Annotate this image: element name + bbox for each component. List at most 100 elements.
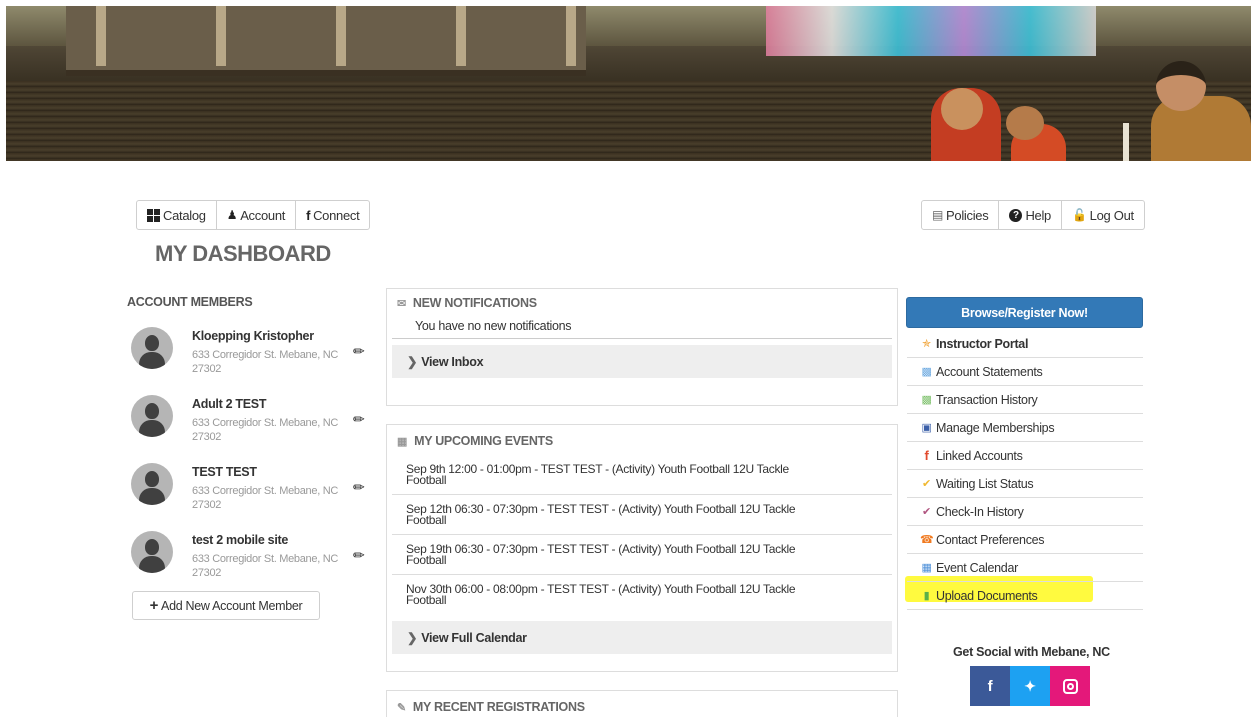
member-item: Adult 2 TEST 633 Corregidor St. Mebane, … [131, 395, 381, 455]
facebook-icon: f [306, 207, 311, 223]
sidebar-item-label: Instructor Portal [936, 336, 1029, 351]
connect-button[interactable]: f Connect [296, 201, 369, 229]
sidebar-item-label: Transaction History [936, 392, 1038, 407]
notifications-title: NEW NOTIFICATIONS [412, 296, 537, 310]
member-name: Kloepping Kristopher [192, 329, 314, 343]
event-item[interactable]: Sep 19th 06:30 - 07:30pm - TEST TEST - (… [392, 535, 892, 575]
sidebar-item-label: Contact Preferences [936, 532, 1045, 547]
catalog-button[interactable]: Catalog [137, 201, 217, 229]
upcoming-events-panel: ▦ MY UPCOMING EVENTS Sep 9th 12:00 - 01:… [386, 424, 898, 672]
sidebar-item-instructor-portal[interactable]: ✯ Instructor Portal [907, 330, 1143, 358]
sidebar-item-waiting-list-status[interactable]: ✔ Waiting List Status [907, 470, 1143, 498]
event-item[interactable]: Nov 30th 06:00 - 08:00pm - TEST TEST - (… [392, 575, 892, 615]
logout-button[interactable]: 🔓 Log Out [1062, 201, 1144, 229]
sidebar-item-account-statements[interactable]: ▩ Account Statements [907, 358, 1143, 386]
sidebar-item-label: Upload Documents [936, 588, 1038, 603]
social-title: Get Social with Mebane, NC [953, 645, 1110, 659]
policies-button[interactable]: ▤ Policies [922, 201, 1000, 229]
facebook-icon: f [987, 677, 993, 695]
pencil-icon: ✎ [397, 701, 406, 714]
instagram-link[interactable] [1050, 666, 1090, 706]
sidebar-item-manage-memberships[interactable]: ▣ Manage Memberships [907, 414, 1143, 442]
checkmark-icon: ✔ [922, 478, 931, 490]
help-button[interactable]: ? Help [999, 201, 1062, 229]
event-text-cont: Football [406, 472, 447, 487]
membership-card-icon: ▣ [921, 422, 932, 434]
events-title: MY UPCOMING EVENTS [414, 434, 553, 448]
calendar-icon: ▦ [921, 562, 932, 574]
sidebar-item-linked-accounts[interactable]: f Linked Accounts [907, 442, 1143, 470]
sidebar-item-contact-preferences[interactable]: ☎ Contact Preferences [907, 526, 1143, 554]
page-title: MY DASHBOARD [155, 241, 331, 266]
member-item: test 2 mobile site 633 Corregidor St. Me… [131, 531, 381, 591]
event-text-cont: Football [406, 512, 447, 527]
edit-pencil-icon[interactable]: ✏ [353, 479, 365, 496]
sidebar-item-label: Event Calendar [936, 560, 1018, 575]
view-full-calendar-link[interactable]: ❯ View Full Calendar [392, 621, 892, 654]
sidebar-item-upload-documents[interactable]: ▮ Upload Documents [907, 582, 1143, 610]
help-label: Help [1025, 207, 1051, 223]
view-calendar-label: View Full Calendar [421, 630, 527, 645]
sidebar-item-label: Waiting List Status [936, 476, 1034, 491]
checkmark-icon: ✔ [922, 506, 931, 518]
avatar [131, 531, 173, 573]
envelope-icon: ✉ [397, 297, 406, 310]
sidebar-item-check-in-history[interactable]: ✔ Check-In History [907, 498, 1143, 526]
grid-icon [147, 208, 160, 222]
phone-icon: ☎ [920, 534, 934, 546]
sidebar-item-label: Manage Memberships [936, 420, 1055, 435]
account-members-title: ACCOUNT MEMBERS [127, 295, 253, 309]
registrations-title: MY RECENT REGISTRATIONS [412, 700, 585, 714]
chevron-right-icon: ❯ [407, 631, 418, 645]
account-label: Account [240, 207, 286, 223]
event-text: Nov 30th 06:00 - 08:00pm - TEST TEST - (… [406, 582, 796, 596]
policies-label: Policies [946, 207, 989, 223]
twitter-icon: ✦ [1024, 677, 1036, 694]
calendar-icon: ▦ [397, 435, 408, 448]
chevron-right-icon: ❯ [407, 355, 418, 369]
logout-label: Log Out [1089, 207, 1134, 223]
add-member-button[interactable]: + Add New Account Member [132, 591, 320, 620]
event-text: Sep 12th 06:30 - 07:30pm - TEST TEST - (… [406, 501, 796, 516]
twitter-link[interactable]: ✦ [1010, 666, 1050, 706]
instagram-icon [1062, 678, 1078, 694]
add-member-label: Add New Account Member [161, 598, 303, 613]
view-inbox-link[interactable]: ❯ View Inbox [392, 345, 892, 378]
event-text: Sep 19th 06:30 - 07:30pm - TEST TEST - (… [406, 541, 796, 556]
sidebar-item-label: Check-In History [936, 504, 1024, 519]
edit-pencil-icon[interactable]: ✏ [353, 547, 365, 564]
member-item: Kloepping Kristopher 633 Corregidor St. … [131, 327, 381, 387]
member-address: 633 Corregidor St. Mebane, NC 27302 [192, 417, 338, 443]
avatar [131, 395, 173, 437]
member-name: Adult 2 TEST [192, 397, 267, 411]
sidebar-item-transaction-history[interactable]: ▩ Transaction History [907, 386, 1143, 414]
transaction-icon: ▩ [921, 394, 932, 406]
policies-icon: ▤ [932, 208, 944, 222]
member-address: 633 Corregidor St. Mebane, NC 27302 [192, 553, 338, 579]
edit-pencil-icon[interactable]: ✏ [353, 343, 365, 360]
avatar [131, 327, 173, 369]
account-button[interactable]: ♟ Account [217, 201, 297, 229]
connect-label: Connect [313, 207, 360, 223]
facebook-icon: f [924, 448, 929, 463]
question-icon: ? [1009, 208, 1023, 222]
edit-pencil-icon[interactable]: ✏ [353, 411, 365, 428]
facebook-link[interactable]: f [970, 666, 1010, 706]
sidebar-item-event-calendar[interactable]: ▦ Event Calendar [907, 554, 1143, 582]
sidebar-item-label: Account Statements [936, 364, 1043, 379]
primary-nav: Catalog ♟ Account f Connect [136, 200, 371, 230]
instructor-icon: ✯ [922, 338, 931, 350]
recent-registrations-panel: ✎ MY RECENT REGISTRATIONS [386, 690, 898, 717]
header-banner-image [6, 6, 1251, 161]
view-inbox-label: View Inbox [421, 354, 484, 369]
browse-register-button[interactable]: Browse/Register Now! [906, 297, 1143, 328]
event-item[interactable]: Sep 12th 06:30 - 07:30pm - TEST TEST - (… [392, 495, 892, 535]
member-name: TEST TEST [192, 465, 257, 479]
statements-icon: ▩ [921, 366, 932, 378]
event-text: Sep 9th 12:00 - 01:00pm - TEST TEST - (A… [406, 461, 789, 476]
event-item[interactable]: Sep 9th 12:00 - 01:00pm - TEST TEST - (A… [392, 455, 892, 495]
member-item: TEST TEST 633 Corregidor St. Mebane, NC … [131, 463, 381, 523]
document-icon: ▮ [923, 590, 930, 602]
event-text-cont: Football [406, 593, 447, 607]
member-name: test 2 mobile site [192, 533, 289, 547]
